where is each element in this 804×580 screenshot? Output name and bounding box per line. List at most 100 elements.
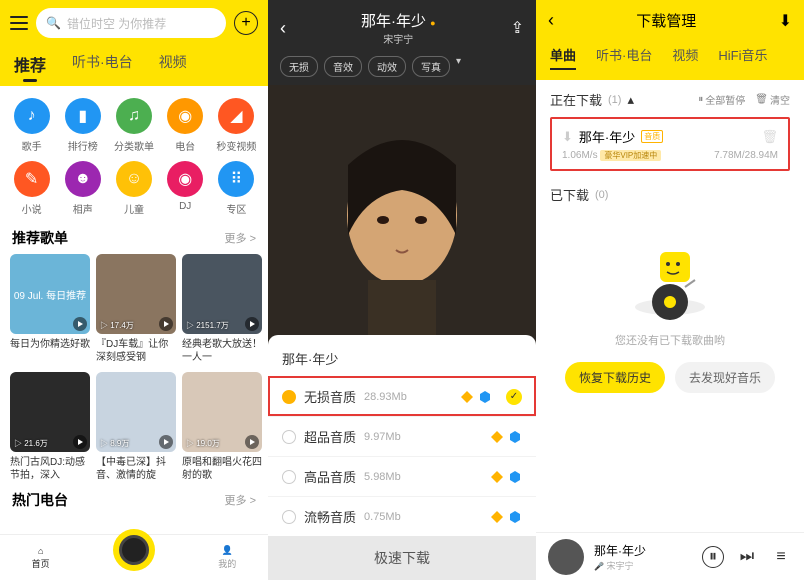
back-icon[interactable]: ‹ bbox=[548, 10, 554, 31]
top-bar: 🔍 错位时空 为你推荐 + bbox=[0, 0, 268, 46]
category-label: 分类歌单 bbox=[114, 138, 154, 153]
nav-mine[interactable]: 👤 我的 bbox=[218, 545, 236, 570]
screen-home: 🔍 错位时空 为你推荐 + 推荐 听书·电台 视频 ♪歌手▮排行榜♫分类歌单◉ 电… bbox=[0, 0, 268, 580]
category-item[interactable]: ♪歌手 bbox=[6, 98, 57, 153]
playlist-card[interactable]: ▷ 21.6万热门古风DJ:动感节拍，深入 bbox=[10, 372, 90, 482]
play-icon[interactable] bbox=[245, 435, 259, 449]
chip[interactable]: 写真 bbox=[412, 56, 450, 77]
chip[interactable]: 动效 bbox=[368, 56, 406, 77]
quality-name: 无损音质 bbox=[304, 387, 356, 406]
playlist-card[interactable]: ▷ 2151.7万经典老歌大放送！一人一 bbox=[182, 254, 262, 364]
clear-button[interactable]: 🗑 清空 bbox=[755, 92, 790, 107]
quality-size: 28.93Mb bbox=[364, 391, 407, 403]
menu-icon[interactable] bbox=[10, 16, 28, 30]
category-icon: ☺ bbox=[116, 161, 152, 197]
mini-player[interactable]: 那年·年少 🎤 宋宇宁 ⏸ ⏭ ≡ bbox=[536, 532, 804, 580]
more-link[interactable]: 更多 > bbox=[225, 230, 256, 246]
category-item[interactable]: ⠿专区 bbox=[211, 161, 262, 216]
play-icon[interactable] bbox=[159, 317, 173, 331]
more-link[interactable]: 更多 > bbox=[225, 492, 256, 508]
play-icon[interactable] bbox=[245, 317, 259, 331]
playlist-card[interactable]: ▷ 17.4万『DJ车载』让你深刻感受钢 bbox=[96, 254, 176, 364]
category-icon: ◉ bbox=[167, 161, 203, 197]
quality-option[interactable]: 高品音质 5.98Mb bbox=[268, 456, 536, 496]
share-icon[interactable]: ⇪ bbox=[511, 18, 524, 38]
category-icon: ◉ bbox=[167, 98, 203, 134]
artist-name[interactable]: 宋宇宁 bbox=[361, 31, 436, 46]
downloading-header[interactable]: 正在下载 (1) ▴ ⏸ 全部暂停 🗑 清空 bbox=[550, 90, 790, 109]
download-all-icon[interactable]: ⬇ bbox=[779, 11, 792, 31]
quality-option[interactable]: 流畅音质0.75Mb bbox=[268, 496, 536, 536]
quality-size: 5.98Mb bbox=[364, 471, 401, 483]
dl-song-name: 那年·年少 bbox=[579, 127, 635, 146]
tab-video[interactable]: 视频 bbox=[159, 52, 187, 76]
download-button[interactable]: 极速下载 bbox=[268, 536, 536, 580]
screen-downloads: ‹ 下载管理 ⬇ 单曲 听书·电台 视频 HiFi音乐 正在下载 (1) ▴ ⏸… bbox=[536, 0, 804, 580]
search-input[interactable]: 🔍 错位时空 为你推荐 bbox=[36, 8, 226, 38]
mini-cover[interactable] bbox=[548, 539, 584, 575]
dl-action-icon[interactable]: ⬇ bbox=[562, 129, 573, 145]
play-count: ▷ 17.4万 bbox=[100, 320, 134, 331]
pause-icon[interactable]: ⏸ bbox=[702, 546, 724, 568]
delete-icon[interactable]: 🗑 bbox=[761, 129, 778, 145]
play-icon[interactable] bbox=[73, 317, 87, 331]
main-tabs: 推荐 听书·电台 视频 bbox=[0, 46, 268, 86]
category-item[interactable]: ♫分类歌单 bbox=[108, 98, 159, 153]
playlist-card[interactable]: ▷ 8.9万【中毒已深】抖音、激情的旋 bbox=[96, 372, 176, 482]
search-placeholder: 错位时空 为你推荐 bbox=[67, 15, 166, 32]
category-label: 电台 bbox=[175, 138, 195, 153]
nav-player-disc[interactable] bbox=[113, 529, 155, 571]
playlist-title: 【中毒已深】抖音、激情的旋 bbox=[96, 456, 176, 482]
tab-single[interactable]: 单曲 bbox=[550, 45, 576, 70]
quality-name: 超品音质 bbox=[304, 427, 356, 446]
empty-text: 您还没有已下载歌曲哟 bbox=[550, 332, 790, 348]
category-item[interactable]: ▮排行榜 bbox=[57, 98, 108, 153]
play-count: ▷ 8.9万 bbox=[100, 438, 129, 449]
playlist-title: 热门古风DJ:动感节拍，深入 bbox=[10, 456, 90, 482]
section-title: 热门电台 bbox=[12, 490, 68, 510]
chip[interactable]: 无损 bbox=[280, 56, 318, 77]
playlist-card[interactable]: ▷ 19.0万原唱和翻唱火花四射的歌 bbox=[182, 372, 262, 482]
add-button[interactable]: + bbox=[234, 11, 258, 35]
category-label: 儿童 bbox=[124, 201, 144, 216]
tab-hifi[interactable]: HiFi音乐 bbox=[718, 45, 767, 70]
quality-option[interactable]: 无损音质28.93Mb✓ bbox=[268, 376, 536, 416]
tab-video[interactable]: 视频 bbox=[672, 45, 698, 70]
playlist-title: 原唱和翻唱火花四射的歌 bbox=[182, 456, 262, 482]
restore-history-button[interactable]: 恢复下载历史 bbox=[565, 362, 665, 393]
download-item[interactable]: ⬇ 那年·年少 音质 🗑 1.06M/s 豪华VIP加速中 7.78M/28.9… bbox=[550, 117, 790, 171]
tab-audiobook[interactable]: 听书·电台 bbox=[72, 52, 133, 76]
category-item[interactable]: ◉ DJ bbox=[160, 161, 211, 216]
chip[interactable]: 音效 bbox=[324, 56, 362, 77]
tab-recommend[interactable]: 推荐 bbox=[14, 52, 46, 76]
category-item[interactable]: ◢秒变视频 bbox=[211, 98, 262, 153]
play-icon[interactable] bbox=[159, 435, 173, 449]
category-label: DJ bbox=[179, 201, 191, 212]
category-item[interactable]: ✎小说 bbox=[6, 161, 57, 216]
playlist-card[interactable]: 09 Jul. 每日推荐每日为你精选好歌 bbox=[10, 254, 90, 364]
quality-badges bbox=[490, 470, 522, 484]
dl-top-bar: ‹ 下载管理 ⬇ bbox=[536, 0, 804, 41]
nav-home[interactable]: ⌂ 首页 bbox=[32, 546, 50, 570]
back-icon[interactable]: ‹ bbox=[280, 18, 286, 39]
pause-all-button[interactable]: ⏸ 全部暂停 bbox=[698, 92, 745, 107]
category-item[interactable]: ☺ 儿童 bbox=[108, 161, 159, 216]
play-count: ▷ 2151.7万 bbox=[186, 320, 229, 331]
dl-tabs: 单曲 听书·电台 视频 HiFi音乐 bbox=[536, 41, 804, 80]
playlist-title: 经典老歌大放送！一人一 bbox=[182, 338, 262, 364]
discover-music-button[interactable]: 去发现好音乐 bbox=[675, 362, 775, 393]
quality-name: 高品音质 bbox=[304, 467, 356, 486]
category-item[interactable]: ☻相声 bbox=[57, 161, 108, 216]
quality-badges bbox=[490, 430, 522, 444]
playlist-title: 『DJ车载』让你深刻感受钢 bbox=[96, 338, 176, 364]
next-icon[interactable]: ⏭ bbox=[736, 546, 758, 568]
playlist-icon[interactable]: ≡ bbox=[770, 546, 792, 568]
quality-option[interactable]: 超品音质9.97Mb bbox=[268, 416, 536, 456]
category-item[interactable]: ◉ 电台 bbox=[160, 98, 211, 153]
vip-badge: 豪华VIP加速中 bbox=[600, 150, 661, 161]
downloaded-header[interactable]: 已下载 (0) bbox=[550, 185, 790, 204]
tab-audiobook[interactable]: 听书·电台 bbox=[596, 45, 652, 70]
quality-size: 0.75Mb bbox=[364, 511, 401, 523]
play-icon[interactable] bbox=[73, 435, 87, 449]
radio-icon bbox=[282, 470, 296, 484]
